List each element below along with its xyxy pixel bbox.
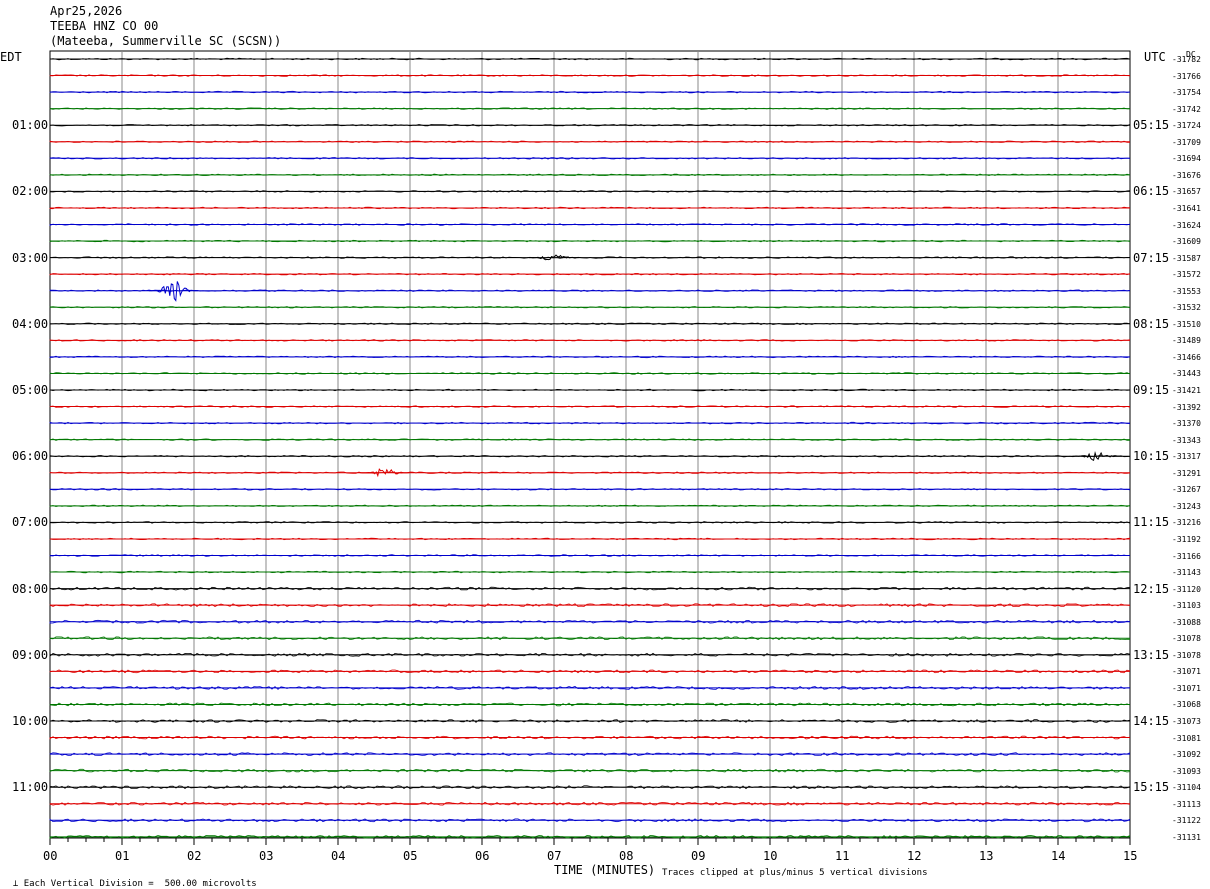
dc-offset-label: -31243 (1172, 501, 1201, 511)
seismic-trace (49, 372, 1131, 375)
dc-offset-label: -31120 (1172, 584, 1201, 594)
x-tick-label: 15 (1123, 849, 1138, 863)
dc-offset-label: -31641 (1172, 203, 1201, 213)
x-tick-label: 11 (835, 849, 850, 863)
dc-offset-label: -31073 (1172, 717, 1201, 726)
dc-offset-label: -31216 (1172, 518, 1201, 528)
edt-time-label: 09:00 (12, 647, 49, 662)
dc-offset-label: -31370 (1172, 419, 1201, 429)
utc-time-label: 09:15 (1133, 383, 1170, 397)
dc-offset-label: -31113 (1172, 799, 1201, 809)
seismic-trace (49, 355, 1131, 359)
dc-offset-label: -31166 (1172, 551, 1201, 561)
dc-offset-label: -31071 (1172, 683, 1201, 693)
utc-time-label: 08:15 (1133, 316, 1170, 331)
x-tick-label: 01 (115, 849, 130, 863)
dc-offset-label: -31510 (1172, 319, 1201, 329)
dc-offset-label: -31068 (1172, 700, 1201, 710)
dc-offset-label: -31587 (1172, 253, 1201, 263)
dc-offset-label: -31093 (1172, 766, 1201, 776)
dc-offset-label: -31192 (1172, 534, 1201, 544)
dc-offset-label: -31553 (1172, 286, 1201, 296)
edt-time-label: 01:00 (12, 118, 49, 133)
edt-time-label: 03:00 (12, 250, 49, 265)
x-axis-label: TIME (MINUTES) (554, 863, 656, 877)
dc-offset-label: -31122 (1172, 816, 1201, 826)
dc-offset-label: -31392 (1172, 402, 1201, 412)
edt-time-label: 04:00 (12, 316, 49, 331)
seismic-trace (49, 57, 1131, 61)
dc-offset-label: -31088 (1172, 617, 1201, 627)
seismic-trace (49, 239, 1131, 243)
edt-time-label: 07:00 (12, 515, 49, 530)
utc-time-label: 12:15 (1133, 581, 1170, 596)
edt-time-label: 05:00 (12, 383, 49, 397)
clip-note: Traces clipped at plus/minus 5 vertical … (662, 868, 928, 878)
x-tick-label: 08 (619, 849, 634, 863)
x-tick-label: 12 (907, 849, 922, 863)
scale-icon: ⟂ (12, 879, 24, 889)
utc-time-label: 13:15 (1133, 647, 1170, 662)
dc-offset-label: -31694 (1172, 154, 1201, 164)
dc-offset-label: -31676 (1172, 170, 1201, 180)
dc-offset-label: -31078 (1172, 634, 1201, 644)
dc-offset-label: -31532 (1172, 303, 1201, 313)
edt-time-label: 06:00 (12, 449, 49, 464)
seismic-trace (49, 256, 1131, 259)
dc-offset-label: -31754 (1172, 88, 1201, 98)
dc-offset-label: -31742 (1172, 104, 1201, 114)
dc-offset-label: -31343 (1172, 435, 1201, 445)
dc-offset-label: -31443 (1172, 369, 1201, 379)
edt-time-label: 11:00 (12, 780, 49, 795)
dc-offset-label: -31131 (1172, 832, 1201, 842)
x-tick-label: 04 (331, 849, 346, 863)
dc-offset-label: -31092 (1172, 750, 1201, 760)
x-tick-label: 05 (403, 849, 418, 863)
edt-time-label: 08:00 (12, 581, 49, 596)
utc-time-label: 06:15 (1133, 184, 1170, 199)
dc-offset-label: -31143 (1172, 568, 1201, 578)
x-tick-label: 10 (763, 849, 778, 863)
x-tick-label: 09 (691, 849, 706, 863)
dc-offset-label: -31709 (1172, 137, 1201, 147)
dc-offset-label: -31078 (1172, 650, 1201, 660)
dc-offset-label: -31609 (1172, 237, 1201, 247)
dc-offset-label: -31724 (1172, 121, 1201, 131)
utc-time-label: 11:15 (1133, 515, 1170, 530)
dc-offset-label: -31317 (1172, 452, 1201, 462)
seismic-trace (49, 521, 1131, 524)
utc-time-label: 14:15 (1133, 714, 1170, 728)
utc-time-label: 05:15 (1133, 118, 1170, 133)
x-tick-label: 00 (43, 849, 58, 863)
dc-offset-label: -31782 (1172, 55, 1201, 64)
utc-time-label: 07:15 (1133, 250, 1170, 265)
dc-offset-label: -31104 (1172, 783, 1201, 793)
dc-offset-label: -31466 (1172, 352, 1201, 362)
dc-offset-label: -31624 (1172, 220, 1201, 230)
dc-offset-label: -31489 (1172, 336, 1201, 346)
helicorder-plot (49, 50, 1131, 845)
x-tick-label: 07 (547, 849, 562, 863)
dc-offset-label: -31081 (1172, 733, 1201, 743)
dc-offset-label: -31103 (1172, 601, 1201, 611)
x-tick-label: 03 (259, 849, 274, 863)
edt-time-label: 10:00 (12, 714, 49, 728)
utc-time-label: 10:15 (1133, 449, 1170, 464)
dc-offset-label: -31657 (1172, 187, 1201, 197)
x-tick-label: 14 (1051, 849, 1066, 863)
dc-offset-label: -31291 (1172, 468, 1201, 478)
seismic-trace (49, 322, 1131, 326)
x-tick-label: 13 (979, 849, 994, 863)
dc-offset-label: -31766 (1172, 71, 1201, 81)
dc-offset-label: -31071 (1172, 667, 1201, 677)
x-tick-label: 02 (187, 849, 202, 863)
dc-offset-label: -31267 (1172, 485, 1201, 495)
edt-time-label: 02:00 (12, 184, 49, 199)
x-tick-label: 06 (475, 849, 490, 863)
utc-time-label: 15:15 (1133, 780, 1170, 795)
scale-note: ⟂ Each Vertical Division = 500.00 microv… (12, 879, 257, 889)
dc-offset-label: -31572 (1172, 270, 1201, 280)
dc-offset-label: -31421 (1172, 386, 1201, 395)
